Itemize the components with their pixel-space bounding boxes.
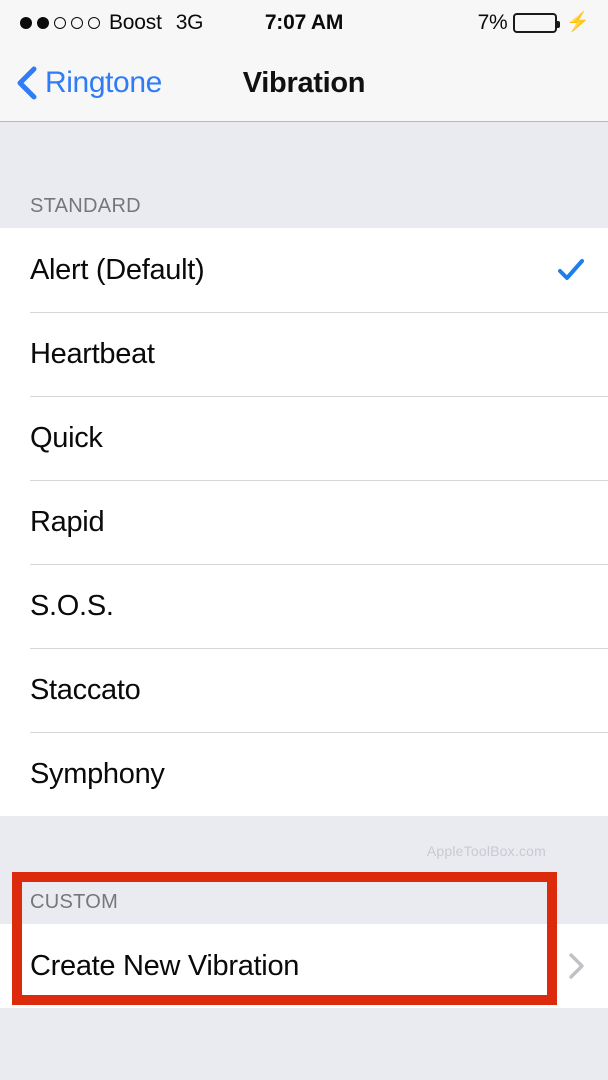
- list-item-staccato[interactable]: Staccato: [0, 648, 608, 732]
- list-item-label: Alert (Default): [30, 253, 205, 286]
- standard-section-header-area: STANDARD: [0, 122, 608, 228]
- list-item-label: Create New Vibration: [30, 949, 300, 982]
- list-item-label: Heartbeat: [30, 337, 155, 370]
- battery-icon: [513, 12, 561, 33]
- list-item-alert-default[interactable]: Alert (Default): [0, 228, 608, 312]
- chevron-right-icon: [569, 953, 584, 979]
- checkmark-icon: [558, 259, 584, 280]
- standard-vibration-list: Alert (Default) Heartbeat Quick Rapid S.…: [0, 228, 608, 816]
- custom-vibration-list: Create New Vibration: [0, 924, 608, 1008]
- list-item-label: Quick: [30, 421, 103, 454]
- network-type: 3G: [175, 10, 204, 34]
- list-item-quick[interactable]: Quick: [0, 396, 608, 480]
- back-button-label: Ringtone: [45, 66, 162, 99]
- list-item-create-new-vibration[interactable]: Create New Vibration: [0, 924, 608, 1008]
- list-item-rapid[interactable]: Rapid: [0, 480, 608, 564]
- navigation-bar: Ringtone Vibration: [0, 45, 608, 122]
- back-button[interactable]: Ringtone: [0, 66, 162, 100]
- charging-bolt-icon: ⚡: [566, 12, 590, 33]
- list-item-symphony[interactable]: Symphony: [0, 732, 608, 816]
- chevron-left-icon: [17, 66, 37, 100]
- list-item-label: Staccato: [30, 673, 141, 706]
- status-bar-left: Boost 3G: [20, 10, 204, 35]
- iphone-screen: Boost 3G 7:07 AM 7% ⚡ Ringtone Vibration…: [0, 0, 608, 1080]
- battery-percentage: 7%: [477, 10, 508, 34]
- section-header-custom: CUSTOM: [0, 816, 608, 924]
- list-item-sos[interactable]: S.O.S.: [0, 564, 608, 648]
- list-item-heartbeat[interactable]: Heartbeat: [0, 312, 608, 396]
- status-bar-right: 7% ⚡: [478, 11, 590, 35]
- signal-strength-icon: [20, 16, 100, 29]
- custom-section-header-area: CUSTOM: [0, 816, 608, 924]
- list-item-label: Rapid: [30, 505, 105, 538]
- status-bar: Boost 3G 7:07 AM 7% ⚡: [0, 0, 608, 45]
- carrier-name: Boost: [109, 10, 162, 34]
- list-item-label: S.O.S.: [30, 589, 114, 622]
- list-item-label: Symphony: [30, 757, 165, 790]
- section-header-standard: STANDARD: [0, 122, 608, 228]
